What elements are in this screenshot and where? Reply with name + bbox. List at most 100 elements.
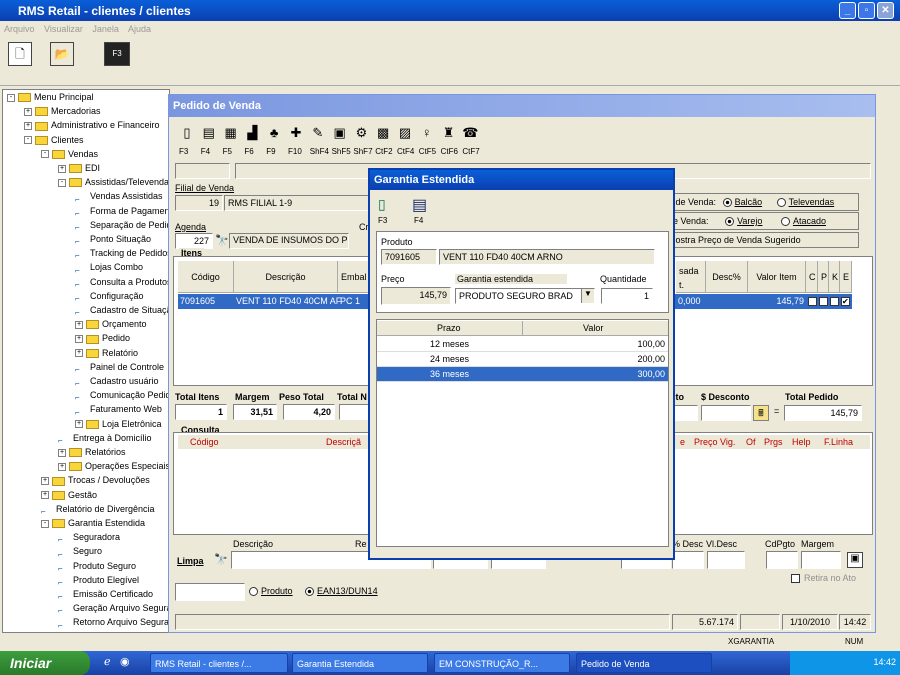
toolbar-shf4-icon[interactable]: ✎ [308, 125, 328, 143]
minimize-button[interactable]: _ [839, 2, 856, 19]
expand-toggle-icon[interactable]: + [58, 448, 66, 457]
expand-toggle-icon[interactable]: + [24, 122, 32, 131]
tree-item[interactable]: ⌐ Lojas Combo [75, 261, 143, 274]
expand-toggle-icon[interactable]: - [58, 178, 66, 187]
expand-toggle-icon[interactable]: - [24, 136, 32, 145]
check-k[interactable] [830, 297, 839, 306]
calculator-icon[interactable]: 🖩 [753, 405, 769, 421]
tree-item[interactable]: ⌐ Consulta a Produtos [75, 276, 169, 289]
tree-item[interactable]: - Clientes [24, 134, 84, 147]
tree-item[interactable]: + Loja Eletrônica [75, 418, 162, 431]
quantidade-field[interactable]: 1 [601, 288, 653, 304]
expand-toggle-icon[interactable]: - [41, 519, 49, 528]
desc-pct-field[interactable] [672, 405, 698, 421]
expand-toggle-icon[interactable]: + [75, 420, 83, 429]
menu-arquivo[interactable]: Arquivo [4, 24, 35, 34]
garantia-select[interactable]: PRODUTO SEGURO BRAD ▼ [455, 288, 595, 304]
radio-atacado[interactable] [780, 217, 790, 227]
tree-item[interactable]: ⌐ Emissão Certificado [58, 588, 153, 601]
expand-toggle-icon[interactable]: + [24, 107, 32, 116]
expand-toggle-icon[interactable]: - [41, 150, 49, 159]
cdpgto-field[interactable] [766, 551, 798, 569]
toolbar-shf7-icon[interactable]: ⚙ [351, 125, 371, 143]
prazo-row[interactable]: 24 meses 200,00 [377, 352, 668, 367]
toolbar-f5-icon[interactable]: ▦ [221, 125, 241, 143]
tree-item[interactable]: ⌐ Retorno Arquivo Seguradora [58, 616, 169, 629]
tree-item[interactable]: ⌐ Configuração [75, 290, 144, 303]
toolbar-shf5-icon[interactable]: ▣ [330, 125, 350, 143]
task-construcao[interactable]: EM CONSTRUÇÃO_R... [434, 653, 570, 673]
chevron-down-icon[interactable]: ▼ [581, 289, 594, 303]
limpa-button[interactable]: Limpa [177, 556, 204, 566]
search-binoculars-icon[interactable]: 🔭 [214, 553, 228, 566]
tree-item[interactable]: + Operações Especiais [58, 460, 169, 473]
tree-item[interactable]: + Pedido [75, 332, 130, 345]
tree-item[interactable]: ⌐ Relatório de Divergência [41, 503, 155, 516]
quicklaunch-ie-icon[interactable]: ℯ [104, 655, 111, 668]
task-pedido[interactable]: Pedido de Venda [576, 653, 712, 673]
toolbar-f9-icon[interactable]: ♣ [264, 125, 284, 143]
toolbar-ctf4-icon[interactable]: ▨ [395, 125, 415, 143]
close-button[interactable]: ✕ [877, 2, 894, 19]
sugerido-option[interactable]: Mostra Preço de Venda Sugerido [664, 232, 859, 248]
tree-item[interactable]: - Garantia Estendida [41, 517, 145, 530]
filial-code[interactable]: 19 [175, 195, 223, 211]
save-icon[interactable]: ▣ [847, 552, 863, 568]
tree-item[interactable]: ⌐ Separação de Pedidos [75, 219, 169, 232]
tree-item[interactable]: ⌐ Seguro [58, 545, 102, 558]
expand-toggle-icon[interactable]: + [58, 164, 66, 173]
toolbar-f3-icon[interactable]: ▯ [177, 125, 197, 143]
radio-balcao[interactable] [722, 198, 732, 208]
toolbar-ctf6-icon[interactable]: ♜ [439, 125, 459, 143]
menu-visualizar[interactable]: Visualizar [44, 24, 83, 34]
expand-toggle-icon[interactable]: + [58, 462, 66, 471]
tree-item[interactable]: - Menu Principal [7, 91, 94, 104]
prazo-row[interactable]: 12 meses 100,00 [377, 337, 668, 352]
check-e[interactable]: ✔ [841, 297, 850, 306]
expand-toggle-icon[interactable]: + [75, 335, 83, 344]
toolbar-f10-icon[interactable]: ✚ [286, 125, 306, 143]
expand-toggle-icon[interactable]: + [75, 349, 83, 358]
toolbar-ctf2-icon[interactable]: ▩ [373, 125, 393, 143]
radio-varejo[interactable] [725, 217, 735, 227]
tree-item[interactable]: ⌐ Produto Seguro [58, 560, 136, 573]
pdesc-field[interactable] [672, 551, 704, 569]
desconto-field[interactable] [701, 405, 751, 421]
tree-item[interactable]: ⌐ Comunicação Pedido [75, 389, 169, 402]
toolbar-ctf7-icon[interactable]: ☎ [460, 125, 480, 143]
code-search-field[interactable] [175, 583, 245, 601]
quicklaunch-explorer-icon[interactable]: ◉ [120, 655, 130, 668]
tree-item[interactable]: ⌐ Entrega à Domicílio [58, 432, 152, 445]
start-button[interactable]: Iniciar [0, 651, 90, 675]
tree-item[interactable]: + Relatórios [58, 446, 126, 459]
check-c[interactable] [808, 297, 817, 306]
tree-item[interactable]: ⌐ Produto Elegível [58, 574, 139, 587]
tree-item[interactable]: ⌐ Ponto Situação [75, 233, 151, 246]
tree-item[interactable]: + Mercadorias [24, 105, 101, 118]
task-rms[interactable]: RMS Retail - clientes /... [150, 653, 288, 673]
expand-toggle-icon[interactable]: + [41, 491, 49, 500]
radio-ean[interactable] [305, 587, 315, 597]
tree-item[interactable]: ⌐ Tracking de Pedidos [75, 247, 169, 260]
tree-item[interactable]: ⌐ Seguradora [58, 531, 120, 544]
retirar-option[interactable]: Retira no Ato [791, 573, 856, 584]
expand-toggle-icon[interactable]: + [75, 320, 83, 329]
tree-item[interactable]: + Relatório [75, 347, 138, 360]
tree-item[interactable]: ⌐ Faturamento Web [75, 403, 162, 416]
menu-ajuda[interactable]: Ajuda [128, 24, 151, 34]
retirar-checkbox[interactable] [791, 574, 800, 584]
tree-item[interactable]: + Trocas / Devoluções [41, 474, 150, 487]
tree-item[interactable]: - Vendas [41, 148, 98, 161]
binoculars-icon[interactable]: 🔭 [215, 234, 229, 247]
tree-item[interactable]: ⌐Consulta de Seguro [58, 631, 153, 633]
expand-toggle-icon[interactable]: - [7, 93, 15, 102]
toolbar-ctf5-icon[interactable]: ♀ [417, 125, 437, 143]
prazo-row[interactable]: 36 meses 300,00 [377, 367, 668, 382]
tree-item[interactable]: ⌐ Cadastro de Situação [75, 304, 169, 317]
expand-toggle-icon[interactable]: + [41, 477, 49, 486]
tree-item[interactable]: ⌐ Geração Arquivo Seguradora [58, 602, 169, 615]
toolbar-f4-icon[interactable]: ▤ [199, 125, 219, 143]
agenda-code[interactable]: 227 [175, 233, 213, 249]
tree-item[interactable]: ⌐ Vendas Assistidas [75, 190, 163, 203]
tree-item[interactable]: - Assistidas/Televendas [58, 176, 169, 189]
